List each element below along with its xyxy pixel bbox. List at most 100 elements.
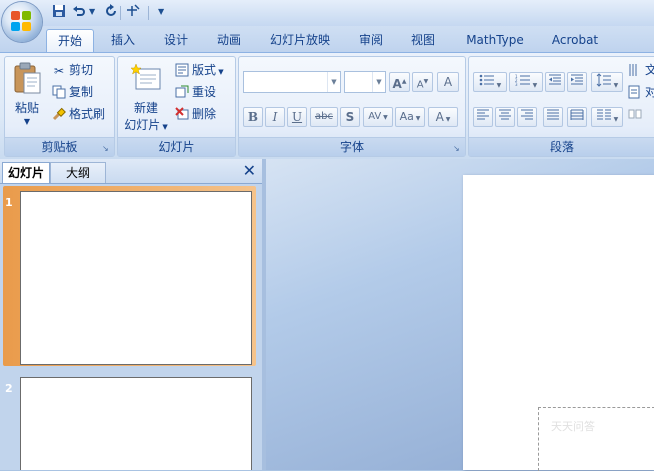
slide-thumbnail[interactable]: [20, 191, 252, 365]
grow-font-button[interactable]: A▲: [389, 72, 410, 92]
text-direction-button[interactable]: 文: [627, 60, 654, 80]
bullets-button[interactable]: ▼: [473, 72, 507, 92]
character-spacing-button[interactable]: AV ▼: [363, 107, 393, 127]
tab-view[interactable]: 视图: [400, 29, 446, 51]
character-spacing-icon: AV: [368, 111, 382, 122]
reset-button[interactable]: 重设: [174, 82, 216, 102]
content-placeholder[interactable]: [538, 407, 654, 471]
align-center-icon: [499, 109, 511, 120]
font-size-combobox[interactable]: ▼: [344, 71, 386, 93]
ribbon: 粘贴 ▼ ✂ 剪切 复制 格式刷 剪贴板 ↘ 新建 幻灯片 ▼ 版式 ▼ 重设 …: [0, 52, 654, 160]
tab-insert[interactable]: 插入: [100, 29, 146, 51]
layout-dropdown-icon: ▼: [216, 68, 224, 76]
align-center-button[interactable]: [495, 107, 515, 127]
slide-editor: 天天问答: [266, 159, 654, 471]
repeat-icon[interactable]: [102, 4, 120, 22]
close-icon[interactable]: ✕: [243, 162, 256, 180]
paste-button[interactable]: 粘贴: [9, 99, 45, 116]
qat-separator: [148, 6, 149, 20]
new-slide-label-1[interactable]: 新建: [120, 99, 172, 116]
watermark: 天天问答: [551, 420, 595, 433]
bullets-icon: [479, 74, 494, 86]
slide-thumbnail[interactable]: [20, 377, 252, 470]
title-bar: [0, 0, 654, 26]
svg-text:3: 3: [515, 82, 518, 87]
draw-table-icon[interactable]: [124, 4, 142, 22]
distribute-button[interactable]: [567, 107, 587, 127]
paste-icon[interactable]: [12, 61, 42, 95]
delete-slide-icon: [174, 106, 190, 123]
reset-icon: [174, 85, 190, 101]
tab-animations[interactable]: 动画: [206, 29, 252, 51]
layout-label: 版式: [192, 63, 217, 77]
undo-dropdown-icon[interactable]: ▼: [89, 7, 95, 16]
align-right-icon: [521, 109, 533, 120]
shrink-font-button[interactable]: A▼: [412, 72, 433, 92]
new-slide-dropdown-icon: ▼: [160, 123, 168, 131]
tab-mathtype[interactable]: MathType: [456, 29, 534, 51]
tab-review[interactable]: 审阅: [348, 29, 394, 51]
increase-indent-button[interactable]: [567, 72, 587, 92]
tab-outline[interactable]: 大纲: [50, 162, 106, 183]
numbering-button[interactable]: 123 ▼: [509, 72, 543, 92]
copy-button[interactable]: 复制: [51, 82, 93, 102]
new-slide-button[interactable]: 幻灯片 ▼: [120, 116, 172, 133]
font-name-combobox[interactable]: ▼: [243, 71, 341, 93]
font-color-button[interactable]: A ▼: [428, 107, 458, 127]
chevron-down-icon[interactable]: ▼: [372, 72, 385, 92]
paintbrush-icon: [51, 107, 67, 123]
justify-button[interactable]: [543, 107, 563, 127]
align-right-button[interactable]: [517, 107, 537, 127]
delete-label: 删除: [192, 107, 217, 121]
dialog-launcher-icon[interactable]: ↘: [453, 144, 462, 153]
tab-slide-show[interactable]: 幻灯片放映: [264, 29, 336, 51]
convert-smartart-button[interactable]: [627, 104, 645, 124]
dialog-launcher-icon[interactable]: ↘: [102, 144, 111, 153]
format-painter-label: 格式刷: [69, 107, 106, 121]
bold-button[interactable]: B: [243, 107, 263, 127]
ribbon-tab-row: 开始 插入 设计 动画 幻灯片放映 审阅 视图 MathType Acrobat: [0, 26, 654, 52]
change-case-button[interactable]: Aa ▼: [395, 107, 425, 127]
tab-home[interactable]: 开始: [46, 29, 94, 52]
layout-icon: [174, 63, 190, 79]
align-left-button[interactable]: [473, 107, 493, 127]
italic-button[interactable]: I: [265, 107, 285, 127]
customize-qat-icon[interactable]: ▼: [158, 7, 164, 16]
columns-icon: [596, 109, 611, 120]
new-slide-icon[interactable]: [130, 63, 162, 93]
chevron-down-icon[interactable]: ▼: [327, 72, 340, 92]
office-button[interactable]: [2, 2, 42, 42]
clear-format-button[interactable]: A: [437, 72, 459, 92]
copy-icon: [51, 85, 67, 101]
save-icon[interactable]: [50, 4, 68, 22]
tab-slides[interactable]: 幻灯片: [2, 162, 50, 183]
underline-button[interactable]: U: [287, 107, 307, 127]
columns-button[interactable]: ▼: [591, 107, 623, 127]
slide-number: 2: [5, 382, 13, 395]
shrink-font-icon: A: [416, 79, 424, 91]
delete-button[interactable]: 删除: [174, 104, 216, 124]
paste-dropdown-icon[interactable]: ▼: [9, 117, 45, 126]
format-painter-button[interactable]: 格式刷: [51, 104, 105, 124]
pane-tab-row: 幻灯片 大纲 ✕: [0, 159, 262, 184]
slide-canvas[interactable]: 天天问答: [463, 175, 654, 471]
text-direction-label: 文: [645, 63, 654, 77]
paragraph-group-label: 段落: [469, 137, 654, 156]
text-shadow-button[interactable]: S: [340, 107, 360, 127]
change-case-icon: Aa: [399, 110, 414, 123]
layout-button[interactable]: 版式 ▼: [174, 60, 224, 80]
paragraph-group: ▼ 123 ▼ ▼ 文 对 ▼ 段落: [468, 56, 654, 157]
undo-icon[interactable]: [70, 4, 88, 22]
clear-format-icon: A: [443, 75, 453, 89]
grow-font-icon: A: [392, 77, 402, 91]
tab-acrobat[interactable]: Acrobat: [543, 29, 607, 51]
strikethrough-button[interactable]: abc: [310, 107, 338, 127]
increase-indent-icon: [571, 74, 583, 85]
new-slide-label-2: 幻灯片: [124, 118, 161, 132]
cut-button[interactable]: ✂ 剪切: [51, 60, 93, 80]
line-spacing-button[interactable]: ▼: [591, 72, 623, 92]
decrease-indent-button[interactable]: [545, 72, 565, 92]
tab-design[interactable]: 设计: [153, 29, 199, 51]
align-text-button[interactable]: 对: [627, 82, 654, 102]
numbering-icon: 123: [515, 74, 530, 87]
